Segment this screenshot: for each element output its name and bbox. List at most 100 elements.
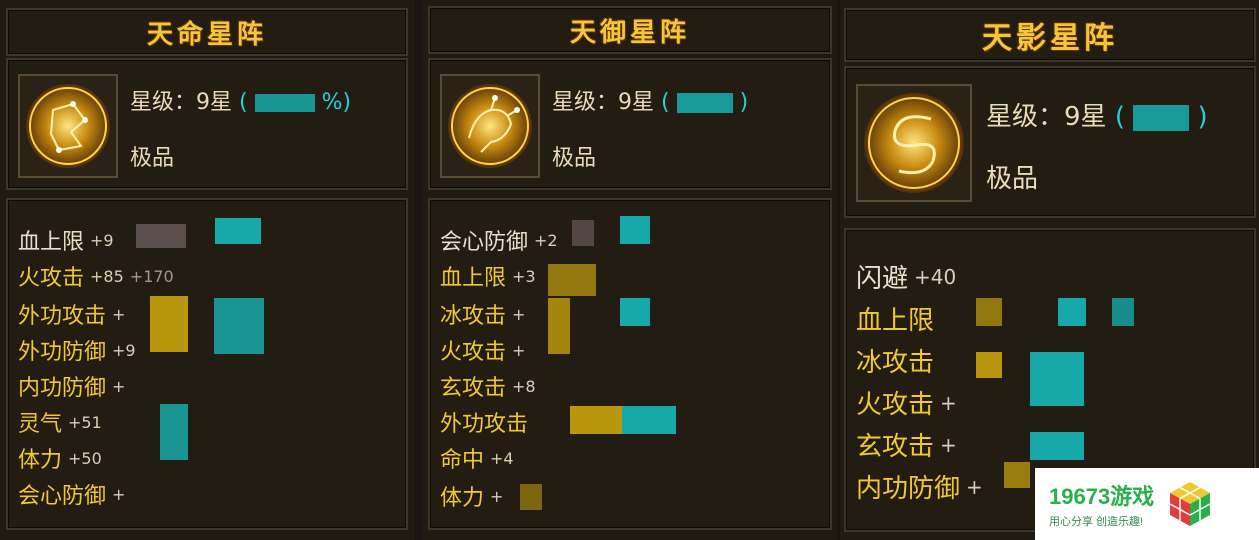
mosaic-block xyxy=(1030,432,1084,460)
panel-2-level-close: ) xyxy=(739,90,749,115)
stat-row: 灵气 +51 xyxy=(18,406,102,438)
stat-row: 玄攻击 + xyxy=(856,426,957,463)
stat-row: 内功防御 + xyxy=(856,468,983,505)
mosaic-block xyxy=(620,216,650,244)
stat-value: + xyxy=(112,304,126,324)
stat-extra-value: +170 xyxy=(129,266,174,286)
stat-row: 玄攻击 +8 xyxy=(440,370,536,402)
mosaic-block xyxy=(548,298,570,354)
stat-name: 火攻击 xyxy=(18,266,85,291)
stat-name: 玄攻击 xyxy=(440,376,507,401)
stat-row: 闪避 +40 xyxy=(856,258,956,295)
mosaic-block xyxy=(1004,462,1030,488)
panel-1-level-open: ( xyxy=(239,90,248,115)
panel-2-level-mosaic xyxy=(676,93,733,113)
stat-row: 体力 +50 xyxy=(18,442,102,474)
mosaic-block xyxy=(620,298,650,326)
stat-row: 火攻击 + xyxy=(440,334,525,366)
stat-name: 外功攻击 xyxy=(18,304,107,329)
mosaic-block xyxy=(976,352,1002,378)
panel-3-level-mosaic xyxy=(1133,104,1190,131)
panel-3-level-open: ( xyxy=(1114,102,1125,132)
panel-3-constellation-icon xyxy=(856,84,972,202)
stat-name: 血上限 xyxy=(440,266,507,291)
stat-value: +2 xyxy=(534,230,558,250)
panel-2-title-bar: 天御星阵 xyxy=(428,6,832,54)
panel-3-title-bar: 天影星阵 xyxy=(844,8,1256,62)
panel-1-constellation-icon xyxy=(18,74,118,178)
stat-name: 外功防御 xyxy=(18,340,107,365)
mosaic-block xyxy=(136,224,186,248)
mosaic-block xyxy=(622,406,676,434)
mosaic-block xyxy=(1030,352,1084,406)
stat-value: +4 xyxy=(490,448,514,468)
stat-value: +50 xyxy=(68,448,102,468)
stat-row: 冰攻击 xyxy=(856,342,940,379)
stat-value: +8 xyxy=(512,376,536,396)
panel-2-level-open: ( xyxy=(661,90,670,115)
stat-row: 体力 + xyxy=(440,480,503,512)
stat-value: + xyxy=(112,376,126,396)
stat-name: 命中 xyxy=(440,448,485,473)
panel-1-level: 星级：9星 ( %) xyxy=(130,84,351,116)
mosaic-block xyxy=(160,404,188,460)
panel-1-level-mosaic xyxy=(254,94,315,112)
stat-name: 火攻击 xyxy=(440,340,507,365)
stat-row: 外功攻击 + xyxy=(18,298,125,330)
panel-3-title: 天影星阵 xyxy=(982,21,1118,56)
mosaic-block xyxy=(572,220,594,246)
stat-row: 火攻击 +85 +170 xyxy=(18,260,174,292)
stat-row: 外功攻击 xyxy=(440,406,534,438)
stat-name: 会心防御 xyxy=(440,230,529,255)
stat-row: 冰攻击 + xyxy=(440,298,525,330)
stat-name: 冰攻击 xyxy=(440,304,507,329)
stat-value: +40 xyxy=(914,264,957,289)
panel-1-title-bar: 天命星阵 xyxy=(6,8,408,56)
mosaic-block xyxy=(214,298,264,354)
panel-1-quality: 极品 xyxy=(130,146,175,171)
stat-value: + xyxy=(112,484,126,504)
panel-2-constellation-icon xyxy=(440,74,540,178)
panel-1-title: 天命星阵 xyxy=(146,19,267,50)
stat-row: 会心防御 +2 xyxy=(440,224,558,256)
stat-row: 血上限 +9 xyxy=(18,224,114,256)
stat-row: 命中 +4 xyxy=(440,442,514,474)
mosaic-block xyxy=(520,484,542,510)
stat-value: + xyxy=(940,432,957,457)
mosaic-block xyxy=(548,264,596,296)
panel-3-level-label: 星级：9星 xyxy=(986,102,1107,132)
stat-row: 火攻击 + xyxy=(856,384,957,421)
stat-value: +9 xyxy=(90,230,114,250)
stat-value: + xyxy=(512,304,526,324)
mosaic-block xyxy=(150,296,188,352)
stat-name: 玄攻击 xyxy=(856,432,935,462)
stat-row: 血上限 xyxy=(856,300,940,337)
stat-row: 内功防御 + xyxy=(18,370,125,402)
panel-1-level-close: %) xyxy=(321,90,352,115)
stat-value: + xyxy=(512,340,526,360)
panel-3-quality: 极品 xyxy=(986,164,1039,194)
stat-value: +51 xyxy=(68,412,102,432)
panel-3-level: 星级：9星 ( ) xyxy=(986,96,1208,133)
watermark-slogan: 用心分享 创造乐趣! xyxy=(1049,516,1144,528)
stat-name: 会心防御 xyxy=(18,484,107,509)
stat-value: + xyxy=(940,390,957,415)
stat-name: 冰攻击 xyxy=(856,348,935,378)
mosaic-block xyxy=(215,218,261,244)
panel-2-level: 星级：9星 ( ) xyxy=(552,84,748,116)
panel-3-level-close: ) xyxy=(1197,102,1208,132)
cube-logo-icon xyxy=(1169,482,1211,526)
stat-name: 血上限 xyxy=(856,306,935,336)
stat-value: +9 xyxy=(112,340,136,360)
stat-value: + xyxy=(490,486,504,506)
stat-name: 外功攻击 xyxy=(440,412,529,437)
stat-name: 血上限 xyxy=(18,230,85,255)
stat-row: 会心防御 + xyxy=(18,478,125,510)
mosaic-block xyxy=(570,406,622,434)
stat-value: +85 xyxy=(90,266,124,286)
panel-2-quality: 极品 xyxy=(552,146,597,171)
stat-row: 血上限 +3 xyxy=(440,260,536,292)
stat-value: +3 xyxy=(512,266,536,286)
watermark-text-group: 19673游戏 用心分享 创造乐趣! xyxy=(1049,479,1154,529)
panel-2-level-label: 星级：9星 xyxy=(552,90,654,115)
